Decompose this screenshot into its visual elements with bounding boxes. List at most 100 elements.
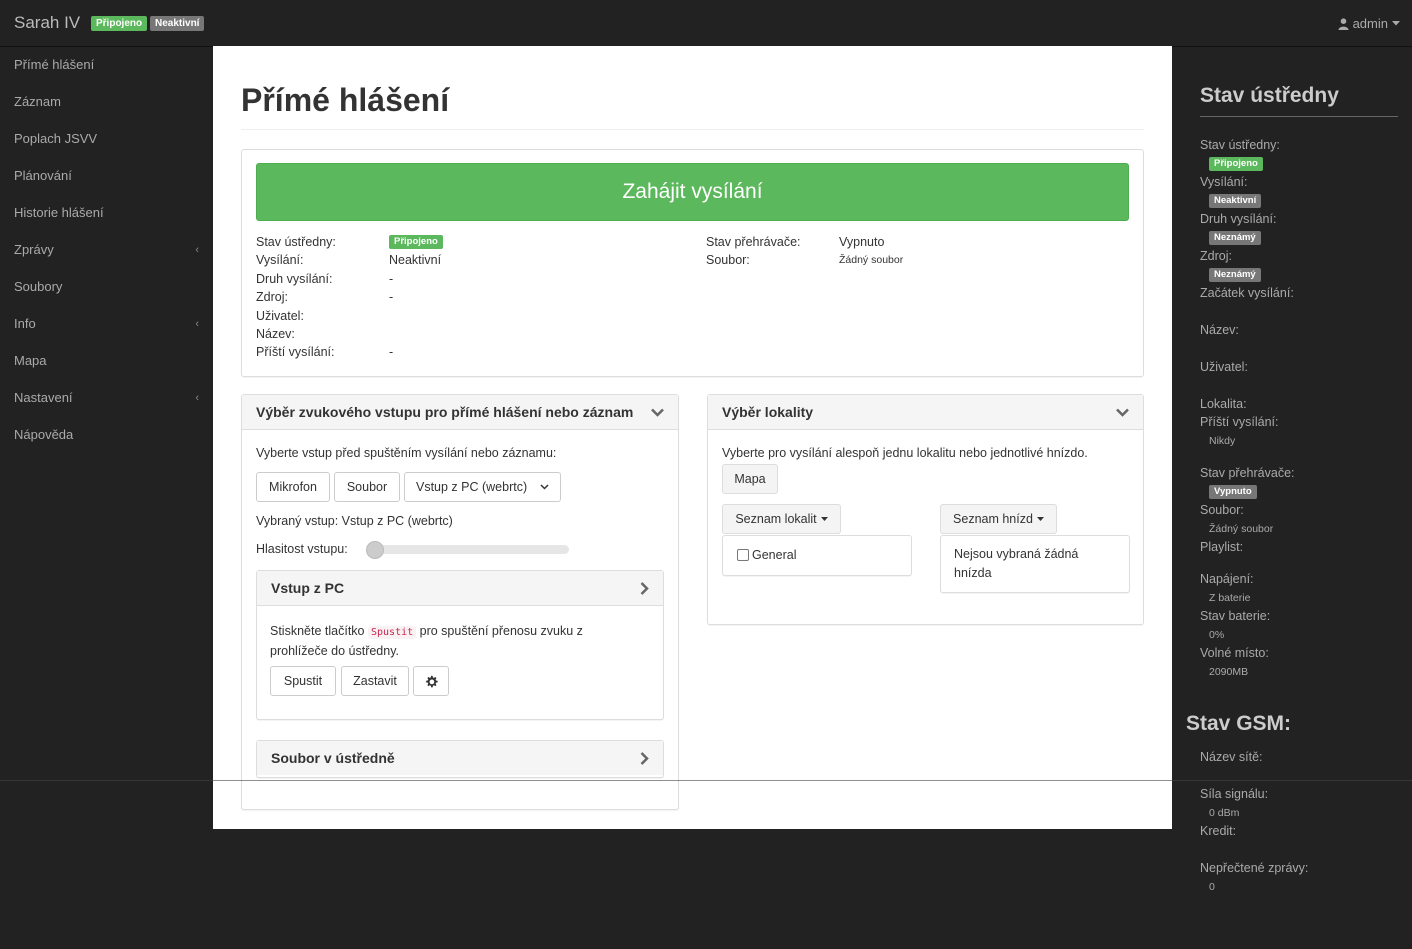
status-key: Soubor: <box>706 253 750 268</box>
chevron-left-icon: ‹ <box>195 243 199 256</box>
status-key: Stav přehrávače: <box>706 235 801 249</box>
rp-value: 0% <box>1209 629 1225 641</box>
rp-key: Název sítě: <box>1200 750 1263 764</box>
main-content: Přímé hlášení Zahájit vysílání Stav ústř… <box>213 46 1172 829</box>
localities-dropdown[interactable]: Seznam lokalit <box>722 504 841 534</box>
title-divider <box>241 129 1144 130</box>
status-key: Stav ústředny: <box>256 235 336 249</box>
caret-down-icon <box>1036 517 1044 521</box>
nests-dropdown[interactable]: Seznam hnízd <box>940 504 1057 534</box>
chevron-down-icon <box>540 484 549 490</box>
sidebar-item-planovani[interactable]: Plánování <box>0 157 213 194</box>
rp-key: Soubor: <box>1200 503 1244 517</box>
file-button[interactable]: Soubor <box>334 472 400 502</box>
status-value: Neaktivní <box>389 253 442 268</box>
volume-label: Hlasitost vstupu: <box>256 542 348 556</box>
rp-value: Nikdy <box>1209 435 1236 447</box>
central-file-subpanel: Soubor v ústředně <box>256 740 664 778</box>
locality-checkbox[interactable] <box>737 549 749 561</box>
sidebar-item-napoveda[interactable]: Nápověda <box>0 416 213 453</box>
username: admin <box>1352 16 1388 31</box>
sidebar-item-mapa[interactable]: Mapa <box>0 342 213 379</box>
empty-text: hnízda <box>954 566 992 580</box>
panel-title: Výběr zvukového vstupu pro přímé hlášení… <box>256 404 634 420</box>
input-instruction: Vyberte vstup před spuštěním vysílání ne… <box>256 446 557 460</box>
rp-key: Stav ústředny: <box>1200 138 1280 152</box>
connection-badge: Připojeno <box>91 16 148 31</box>
rp-key: Vysílání: <box>1200 175 1248 189</box>
broadcast-status-panel: Zahájit vysílání Stav ústředny: Připojeno… <box>241 149 1144 377</box>
sidebar-item-label: Info <box>14 316 36 331</box>
location-panel-header[interactable]: Výběr lokality <box>708 395 1143 430</box>
rp-key: Zdroj: <box>1200 249 1232 263</box>
brand-logo[interactable]: Sarah IV <box>14 13 80 33</box>
locality-item[interactable]: General <box>737 548 796 562</box>
sidebar-item-label: Plánování <box>14 168 72 183</box>
location-instruction: Vyberte pro vysílání alespoň jednu lokal… <box>722 446 1088 460</box>
rp-key: Playlist: <box>1200 540 1244 554</box>
stop-button[interactable]: Zastavit <box>341 666 409 696</box>
nests-list: Nejsou vybraná žádná hnízda <box>940 535 1130 593</box>
chevron-right-icon[interactable] <box>640 751 649 765</box>
status-list-right: Stav přehrávače: Vypnuto Soubor: Žádný sou… <box>706 233 903 270</box>
status-value: - <box>389 271 394 286</box>
help-text: prohlížeče do ústředny. <box>270 644 400 658</box>
rp-key: Napájení: <box>1200 572 1254 586</box>
help-text: Stiskněte tlačítko <box>270 624 365 638</box>
volume-slider[interactable] <box>368 545 569 554</box>
user-menu[interactable]: admin <box>1338 16 1400 31</box>
status-value: - <box>389 290 394 305</box>
caret-down-icon <box>1392 21 1400 26</box>
status-key: Uživatel: <box>256 308 304 323</box>
sidebar-item-label: Nápověda <box>14 427 74 442</box>
sidebar-item-poplach-jsvv[interactable]: Poplach JSVV <box>0 120 213 157</box>
rp-value: 0 <box>1209 881 1215 893</box>
run-button[interactable]: Spustit <box>270 666 336 696</box>
pc-input-header[interactable]: Vstup z PC <box>257 571 663 606</box>
sidebar-item-soubory[interactable]: Soubory <box>0 268 213 305</box>
map-button[interactable]: Mapa <box>722 464 778 494</box>
sidebar-item-label: Zprávy <box>14 242 54 257</box>
rp-value: Žádný soubor <box>1209 523 1274 535</box>
chevron-right-icon[interactable] <box>640 581 649 595</box>
sidebar-item-prime-hlaseni[interactable]: Přímé hlášení <box>0 46 213 83</box>
status-key: Zdroj: <box>256 290 288 305</box>
sidebar-item-info[interactable]: Info ‹ <box>0 305 213 342</box>
rp-key: Uživatel: <box>1200 360 1248 374</box>
page-title: Přímé hlášení <box>241 82 450 118</box>
central-file-title: Soubor v ústředně <box>271 750 395 766</box>
chevron-down-icon[interactable] <box>1116 408 1129 417</box>
rp-value: 2090MB <box>1209 666 1249 678</box>
input-select[interactable]: Vstup z PC (webrtc) <box>404 472 561 502</box>
status-value: Žádný soubor <box>839 254 904 267</box>
microphone-button[interactable]: Mikrofon <box>256 472 330 502</box>
selected-input-text: Vybraný vstup: Vstup z PC (webrtc) <box>256 514 453 528</box>
top-navbar: Sarah IV Připojeno Neaktivní admin <box>0 0 1412 47</box>
central-file-header[interactable]: Soubor v ústředně <box>257 741 663 775</box>
sidebar-item-zpravy[interactable]: Zprávy ‹ <box>0 231 213 268</box>
audio-input-panel-header[interactable]: Výběr zvukového vstupu pro přímé hlášení… <box>242 395 678 430</box>
chevron-down-icon[interactable] <box>651 408 664 417</box>
start-broadcast-button[interactable]: Zahájit vysílání <box>256 163 1129 221</box>
help-code: Spustit <box>367 626 417 639</box>
status-badge: Neznámý <box>1209 268 1261 282</box>
status-badge: Neznámý <box>1209 231 1261 245</box>
sidebar-item-historie[interactable]: Historie hlášení <box>0 194 213 231</box>
sidebar-item-zaznam[interactable]: Záznam <box>0 83 213 120</box>
rp-key: Síla signálu: <box>1200 787 1269 801</box>
pc-input-help: Stiskněte tlačítko Spustit pro spuštění … <box>270 622 650 660</box>
settings-button[interactable] <box>413 666 449 696</box>
panel-title: Výběr lokality <box>722 404 814 420</box>
user-icon <box>1338 17 1349 30</box>
dropdown-label: Seznam hnízd <box>953 512 1033 526</box>
rp-value: 0 dBm <box>1209 807 1240 819</box>
page-divider <box>0 780 1412 781</box>
rp-key: Název: <box>1200 323 1239 337</box>
rp-key: Volné místo: <box>1200 646 1269 660</box>
status-key: Název: <box>256 326 295 341</box>
volume-slider-handle[interactable] <box>366 541 384 559</box>
rp-key: Stav baterie: <box>1200 609 1271 623</box>
sidebar-item-label: Mapa <box>14 353 47 368</box>
sidebar-item-nastaveni[interactable]: Nastavení ‹ <box>0 379 213 416</box>
status-key: Příští vysílání: <box>256 345 335 360</box>
